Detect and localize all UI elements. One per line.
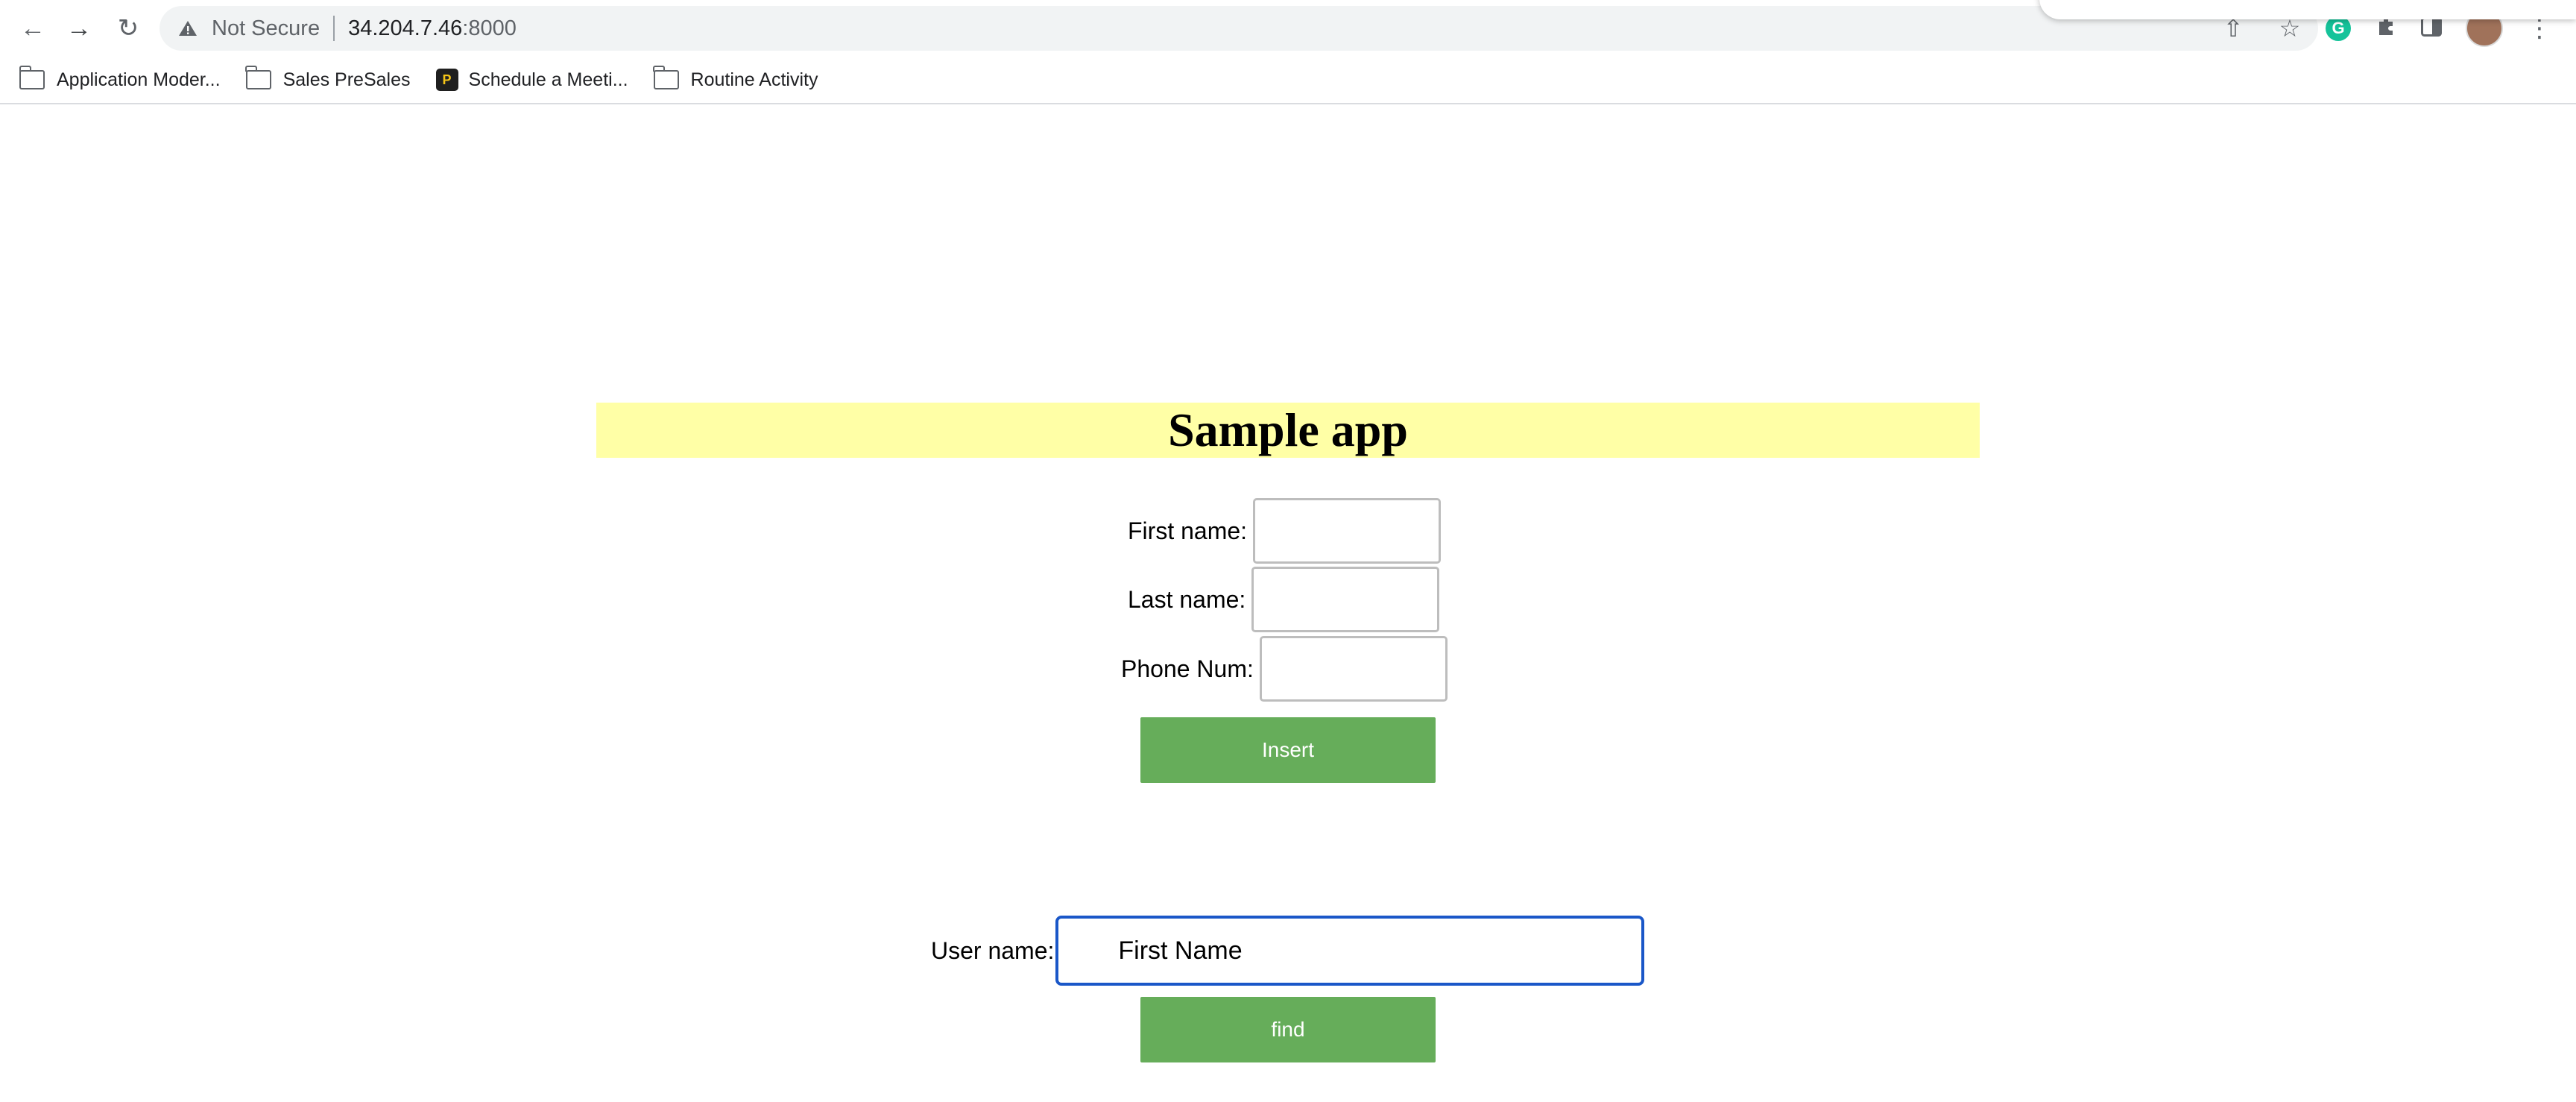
last-name-row: Last name: (1128, 567, 1440, 632)
bookmark-label: Schedule a Meeti... (468, 69, 628, 90)
user-name-value: First Name (1118, 936, 1243, 965)
app-icon: P (435, 69, 458, 91)
last-name-label: Last name: (1128, 585, 1246, 613)
phone-row: Phone Num: (1121, 636, 1448, 702)
bookmark-application-moder[interactable]: Application Moder... (19, 66, 221, 91)
menu-kebab-icon[interactable]: ⋮ (2527, 16, 2552, 41)
first-name-row: First name: (1128, 498, 1442, 564)
first-name-input[interactable] (1253, 498, 1442, 564)
phone-input[interactable] (1259, 636, 1448, 702)
last-name-input[interactable] (1251, 567, 1440, 632)
bookmarks-bar: Application Moder... Sales PreSales P Sc… (0, 57, 2576, 104)
address-bar[interactable]: Not Secure 34.204.7.46 :8000 ⇧ ☆ (160, 6, 2318, 51)
security-label[interactable]: Not Secure (212, 16, 320, 41)
back-icon[interactable]: ← (15, 10, 51, 46)
bookmark-schedule-meeting[interactable]: P Schedule a Meeti... (435, 69, 628, 91)
bookmark-label: Application Moder... (57, 69, 221, 90)
find-button[interactable]: find (1140, 997, 1436, 1062)
first-name-label: First name: (1128, 517, 1248, 544)
folder-icon (245, 66, 271, 89)
insert-button[interactable]: Insert (1140, 717, 1436, 783)
url-host[interactable]: 34.204.7.46 (348, 16, 462, 41)
user-name-row: User name: First Name (931, 916, 1645, 986)
bookmark-routine-activity[interactable]: Routine Activity (653, 66, 818, 91)
grammarly-extension-icon[interactable]: G (2326, 16, 2351, 41)
user-name-label: User name: (931, 936, 1055, 964)
dropdown-popup-edge (2039, 0, 2576, 19)
browser-toolbar: ← → ↻ Not Secure 34.204.7.46 :8000 ⇧ ☆ G… (0, 0, 2576, 57)
reload-icon[interactable]: ↻ (110, 10, 146, 46)
bookmark-label: Sales PreSales (282, 69, 411, 90)
forward-icon[interactable]: → (61, 10, 97, 46)
folder-icon (653, 66, 679, 89)
user-name-input[interactable]: First Name (1055, 916, 1645, 986)
folder-icon (19, 66, 45, 89)
title-banner: Sample app (596, 403, 1980, 458)
phone-label: Phone Num: (1121, 655, 1254, 682)
bookmark-label: Routine Activity (690, 69, 818, 90)
page-title: Sample app (1168, 403, 1408, 456)
warning-icon[interactable] (177, 18, 198, 39)
omnibox-divider (333, 16, 335, 41)
bookmark-sales-presales[interactable]: Sales PreSales (245, 66, 411, 91)
url-port[interactable]: :8000 (462, 16, 517, 41)
